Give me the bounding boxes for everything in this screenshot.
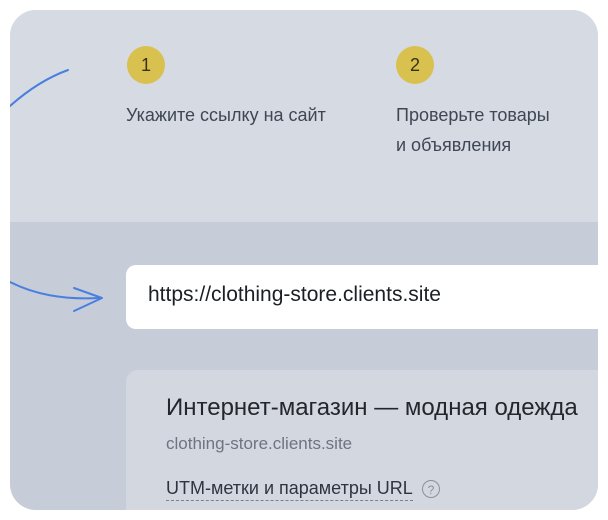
site-domain: clothing-store.clients.site: [166, 434, 353, 453]
site-title: Интернет-магазин — модная одежда: [166, 394, 578, 421]
site-url-input[interactable]: https://clothing-store.clients.site: [126, 265, 598, 329]
curve-arrow-top-icon: [10, 69, 69, 107]
utm-params-link[interactable]: UTM-метки и параметры URL: [166, 478, 413, 501]
site-preview-card: Интернет-магазин — модная одежда clothin…: [126, 370, 598, 510]
arrowhead-icon: [73, 287, 103, 312]
curve-arrow-bottom-icon: [10, 281, 101, 300]
help-icon[interactable]: ?: [422, 480, 440, 498]
site-url-value[interactable]: https://clothing-store.clients.site: [148, 283, 441, 307]
onboarding-panel: 1 Укажите ссылку на сайт 2 Проверьте тов…: [10, 10, 598, 510]
